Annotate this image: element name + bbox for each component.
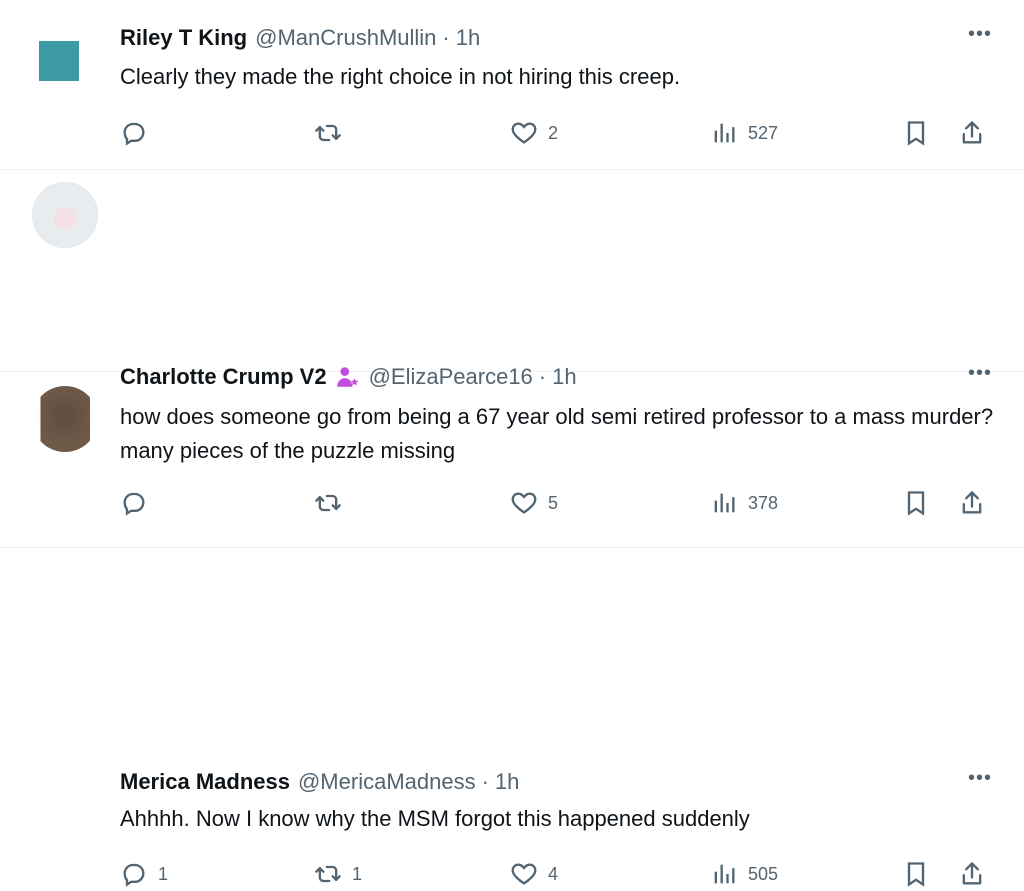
like-count: 4 [548, 863, 559, 884]
tweet-charlotte[interactable]: Charlotte Crump V2 @ElizaPearce16 · 1h •… [0, 170, 1024, 516]
views-button[interactable]: 527 [710, 116, 778, 150]
heart-icon [511, 122, 537, 144]
view-count: 505 [748, 863, 779, 884]
share-icon [962, 121, 982, 144]
retweet-count: 1 [352, 863, 363, 884]
timestamp[interactable]: 1h [495, 769, 519, 795]
retweet-icon [315, 865, 341, 883]
share-button[interactable] [958, 116, 986, 150]
tweet-header: Merica Madness @MericaMadness · 1h [120, 768, 519, 796]
heart-icon [511, 863, 537, 885]
reply-icon [123, 122, 145, 146]
reply-count: 1 [158, 863, 169, 884]
like-button[interactable]: 4 [510, 857, 558, 891]
reply-button[interactable] [120, 116, 148, 150]
timestamp[interactable]: 1h [456, 25, 480, 51]
more-options-button[interactable]: ••• [968, 23, 992, 46]
share-button[interactable] [958, 857, 986, 891]
bookmark-icon [907, 121, 925, 146]
avatar[interactable] [32, 182, 98, 248]
retweet-icon [315, 124, 341, 142]
like-count: 2 [548, 122, 559, 143]
share-icon [962, 862, 982, 885]
author-handle[interactable]: @ManCrushMullin [255, 25, 436, 51]
author-handle[interactable]: @MericaMadness [298, 769, 476, 795]
author-name[interactable]: Merica Madness [120, 769, 290, 795]
author-name[interactable]: Riley T King [120, 25, 247, 51]
avatar-image [32, 386, 98, 452]
avatar[interactable] [32, 386, 98, 452]
tweet-merica[interactable]: Merica Madness @MericaMadness · 1h ••• A… [0, 372, 1024, 887]
avatar-image [32, 182, 98, 248]
retweet-button[interactable] [314, 116, 342, 150]
bookmark-button[interactable] [902, 116, 930, 150]
view-count: 527 [748, 122, 779, 143]
separator-dot: · [442, 25, 450, 50]
tweet-actions: 2 527 [120, 116, 992, 150]
tweet-feed: Riley T King @ManCrushMullin · 1h ••• Cl… [0, 0, 1024, 887]
bar-chart-icon [714, 123, 735, 143]
tweet-actions: 1 1 4 505 [120, 857, 992, 891]
views-button[interactable]: 505 [710, 857, 778, 891]
more-options-button[interactable]: ••• [968, 767, 992, 790]
tweet-text: Clearly they made the right choice in no… [120, 64, 681, 89]
avatar-square [39, 41, 79, 81]
tweet-riley[interactable]: Riley T King @ManCrushMullin · 1h ••• Cl… [0, 0, 1024, 170]
bookmark-icon [907, 862, 925, 887]
separator-dot: · [481, 769, 489, 794]
reply-button[interactable]: 1 [120, 857, 168, 891]
avatar[interactable] [32, 20, 98, 86]
like-button[interactable]: 2 [510, 116, 558, 150]
retweet-button[interactable]: 1 [314, 857, 362, 891]
tweet-header: Riley T King @ManCrushMullin · 1h [120, 24, 480, 52]
bar-chart-icon [714, 864, 735, 884]
reply-icon [123, 863, 145, 887]
tweet-text: Ahhhh. Now I know why the MSM forgot thi… [120, 806, 750, 831]
bookmark-button[interactable] [902, 857, 930, 891]
